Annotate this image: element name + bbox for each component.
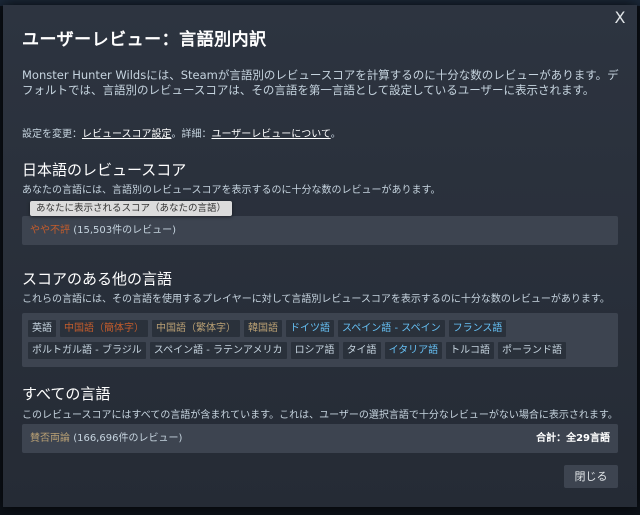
language-chip[interactable]: 韓国語 (244, 320, 282, 337)
language-chip[interactable]: ロシア語 (290, 342, 339, 359)
other-languages-heading: スコアのある他の言語 (22, 270, 173, 288)
settings-prefix: 設定を変更： (22, 129, 82, 140)
language-chip[interactable]: ポーランド語 (497, 342, 566, 359)
language-chip[interactable]: イタリア語 (384, 342, 443, 359)
your-score-tooltip: あなたに表示されるスコア（あなたの言語） (30, 201, 233, 216)
review-score-settings-link[interactable]: レビュースコア設定 (82, 129, 172, 140)
language-chip[interactable]: スペイン語 - スペイン (338, 320, 445, 337)
all-languages-score-box: 賛否両論 (166,696件のレビュー) 合計：全29言語 (22, 424, 618, 453)
about-user-reviews-link[interactable]: ユーザーレビューについて (212, 129, 331, 140)
all-languages-desc: このレビュースコアにはすべての言語が含まれています。これは、ユーザーの選択言語で… (22, 410, 618, 421)
language-chip[interactable]: フランス語 (448, 320, 507, 337)
language-chip[interactable]: 英語 (28, 320, 56, 337)
your-language-score-box: やや不評 (15,503件のレビュー) (22, 216, 618, 245)
your-language-score-label[interactable]: やや不評 (30, 225, 70, 236)
language-chip[interactable]: トルコ語 (446, 342, 494, 359)
your-language-review-count: (15,503件のレビュー) (73, 225, 176, 236)
close-button[interactable]: 閉じる (564, 465, 618, 488)
language-chip[interactable]: ドイツ語 (286, 320, 334, 337)
language-chip[interactable]: スペイン語 - ラテンアメリカ (149, 342, 287, 359)
language-breakdown-dialog: X ユーザーレビュー：言語別内訳 Monster Hunter Wildsには、… (3, 5, 637, 507)
all-languages-score-label[interactable]: 賛否両論 (30, 433, 70, 444)
settings-suffix: 。 (330, 129, 341, 140)
language-row-2: ポルトガル語 - ブラジル スペイン語 - ラテンアメリカ ロシア語 タイ語 イタリア語… (28, 342, 566, 359)
all-languages-total: 合計：全29言語 (536, 433, 610, 444)
dialog-title: ユーザーレビュー：言語別内訳 (22, 30, 267, 50)
settings-middle: 。詳細： (171, 129, 212, 140)
language-row-1: 英語 中国語（簡体字） 中国語（繁体字） 韓国語 ドイツ語 スペイン語 - スペイン フラン… (28, 320, 507, 337)
other-languages-desc: これらの言語には、その言語を使用するプレイヤーに対して言語別レビュースコアを表示… (22, 294, 610, 305)
your-language-desc: あなたの言語には、言語別のレビュースコアを表示するのに十分な数のレビューがありま… (22, 185, 441, 196)
language-chip[interactable]: タイ語 (342, 342, 381, 359)
settings-line: 設定を変更：レビュースコア設定。詳細：ユーザーレビューについて。 (22, 125, 341, 140)
close-icon[interactable]: X (611, 9, 629, 27)
other-languages-list: 英語 中国語（簡体字） 中国語（繁体字） 韓国語 ドイツ語 スペイン語 - スペイン フラン… (22, 313, 618, 367)
your-language-heading: 日本語のレビュースコア (22, 161, 187, 179)
all-languages-review-count: (166,696件のレビュー) (73, 433, 183, 444)
language-chip[interactable]: 中国語（繁体字） (152, 320, 240, 337)
language-chip[interactable]: ポルトガル語 - ブラジル (28, 342, 146, 359)
all-languages-heading: すべての言語 (22, 385, 111, 403)
intro-text: Monster Hunter Wildsには、Steamが言語別のレビュースコア… (22, 68, 619, 97)
language-chip[interactable]: 中国語（簡体字） (60, 320, 148, 337)
